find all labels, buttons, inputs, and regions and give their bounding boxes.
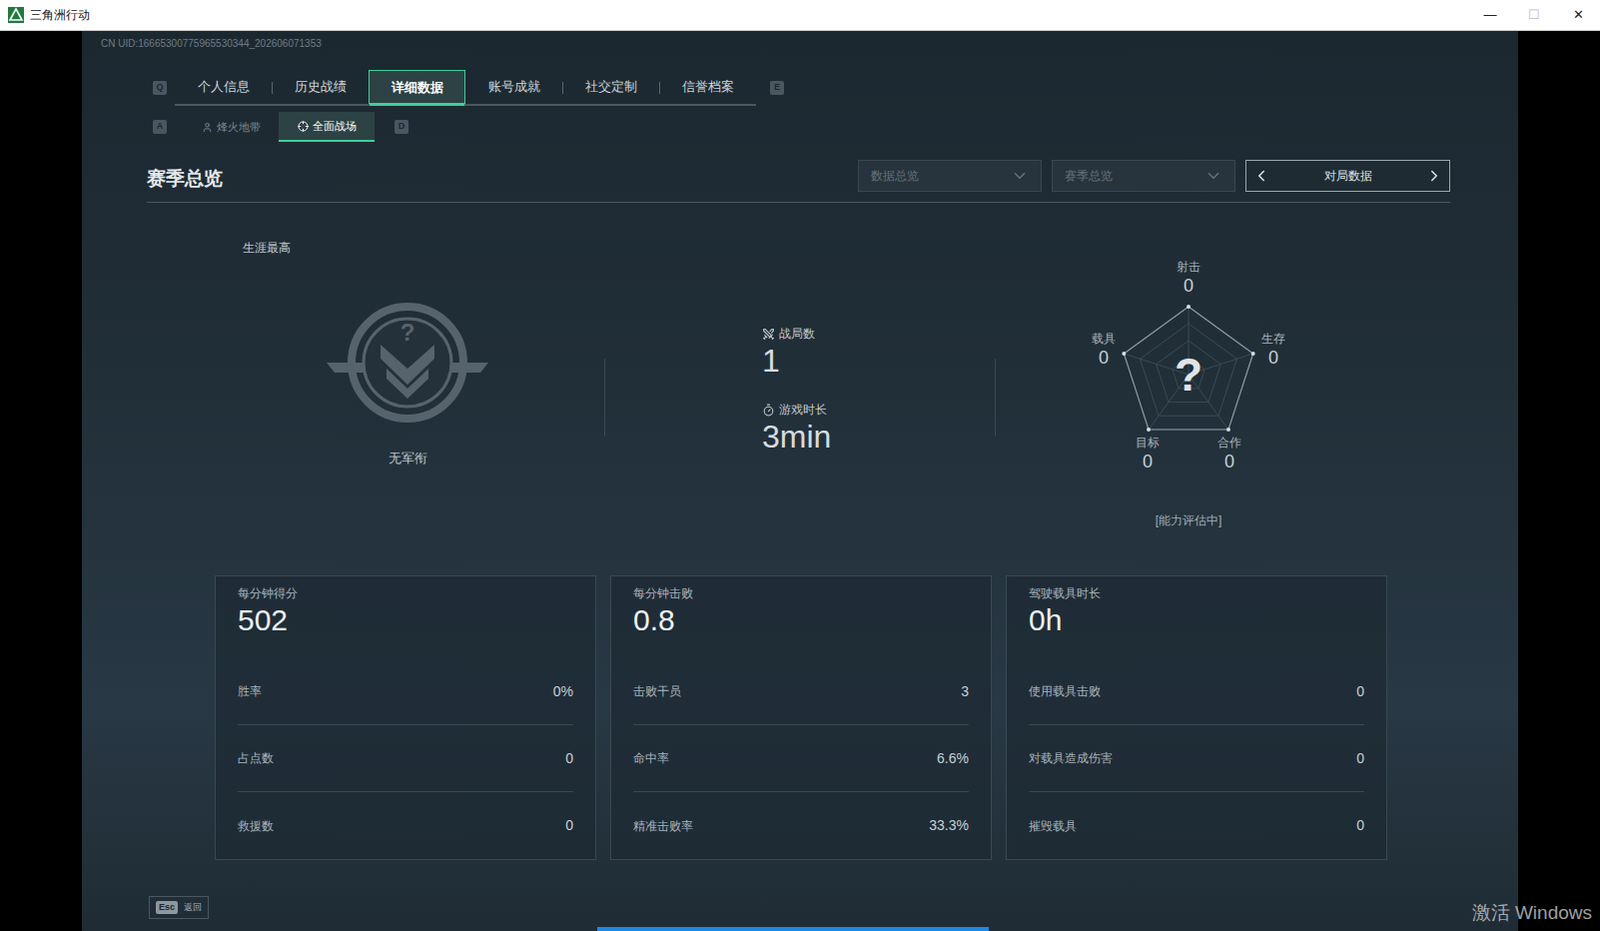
radar-column: ? 射击0 生存0 合作0 目标0 载具0 [能力评估中]	[995, 202, 1451, 576]
footer: Esc返回	[146, 895, 1451, 920]
main-tab[interactable]: 信誉档案	[659, 69, 757, 104]
back-button[interactable]: Esc返回	[148, 895, 209, 920]
main-tab[interactable]: 历史战绩	[271, 69, 369, 104]
radar-center-mark: ?	[1174, 351, 1203, 398]
stat-row: 对载具造成伤害0	[1028, 725, 1365, 793]
radar-axis: 载具0	[1091, 330, 1116, 369]
ability-radar: ? 射击0 生存0 合作0 目标0 载具0	[1058, 249, 1319, 500]
stat-row: 摧毁载具0	[1028, 792, 1365, 859]
radar-status: [能力评估中]	[1058, 511, 1319, 530]
radar-axis: 目标0	[1135, 434, 1160, 473]
rank-badge: ?	[322, 302, 493, 427]
dropdown-arrow-icon	[1010, 166, 1029, 185]
battles-icon	[762, 327, 776, 341]
main-tab[interactable]: 详细数据	[368, 69, 466, 104]
stat-card: 每分钟击败0.8击败干员3命中率6.6%精准击败率33.3%	[610, 575, 992, 860]
summary-stat: 游戏时长3min	[762, 400, 995, 455]
operator-icon	[201, 121, 213, 133]
sub-tab[interactable]: 全面战场	[278, 111, 375, 142]
summary-stat: 战局数1	[762, 324, 995, 379]
next-page-icon[interactable]	[1425, 166, 1444, 185]
filter-dropdown[interactable]: 数据总览	[857, 159, 1042, 192]
career-column: 生涯最高?无军衔	[146, 202, 605, 576]
prev-tab-key[interactable]: Q	[152, 80, 167, 95]
filter-dropdown[interactable]: 赛季总览	[1051, 159, 1236, 192]
main-tab[interactable]: 个人信息	[174, 69, 272, 104]
main-tabs: Q 个人信息历史战绩详细数据账号成就社交定制信誉档案 E	[146, 69, 1451, 106]
radar-axis: 射击0	[1176, 258, 1201, 297]
windows-watermark: 激活 Windows	[1472, 898, 1593, 928]
main-tab[interactable]: 社交定制	[562, 69, 660, 104]
main-tab[interactable]: 账号成就	[465, 69, 563, 104]
stat-cards: 每分钟得分502胜率0%占点数0救援数0每分钟击败0.8击败干员3命中率6.6%…	[214, 575, 1388, 860]
data-pager: 对局数据	[1245, 159, 1451, 192]
app-logo-icon	[7, 6, 24, 23]
bottom-progress-bar	[597, 926, 989, 931]
section-header: 赛季总览数据总览赛季总览对局数据	[146, 159, 1451, 203]
stat-card: 每分钟得分502胜率0%占点数0救援数0	[214, 575, 597, 860]
battlefield-icon	[297, 120, 309, 132]
section-title: 赛季总览	[146, 165, 858, 192]
prev-subtab-key[interactable]: A	[152, 119, 167, 134]
stat-row: 命中率6.6%	[633, 725, 969, 793]
sub-tabs: A 烽火地带全面战场 D	[146, 111, 1451, 142]
stat-row: 精准击败率33.3%	[633, 792, 969, 859]
window-control-button[interactable]: ✕	[1556, 0, 1600, 30]
title-bar: 三角洲行动 —☐✕	[0, 0, 1600, 31]
radar-axis: 合作0	[1217, 434, 1242, 473]
stat-row: 胜率0%	[237, 658, 574, 726]
playtime-icon	[762, 403, 776, 417]
next-tab-key[interactable]: E	[770, 80, 785, 95]
summary-column: 战局数1 游戏时长3min	[605, 202, 995, 576]
sub-tab[interactable]: 烽火地带	[182, 111, 279, 142]
app-window: 三角洲行动 —☐✕ CN UID:16665300775965530344_2026…	[0, 0, 1600, 931]
stat-row: 击败干员3	[633, 658, 969, 726]
stat-row: 占点数0	[237, 725, 574, 793]
window-control-button[interactable]: —	[1468, 0, 1513, 30]
dropdown-arrow-icon	[1204, 166, 1223, 185]
stat-row: 救援数0	[237, 792, 574, 859]
stat-row: 使用载具击败0	[1028, 658, 1365, 726]
prev-page-icon[interactable]	[1252, 166, 1271, 185]
window-control-button[interactable]: ☐	[1512, 0, 1557, 30]
player-uid: CN UID:16665300775965530344_202606071353	[100, 36, 1451, 51]
stat-card: 驾驶载具时长0h使用载具击败0对载具造成伤害0摧毁载具0	[1005, 575, 1388, 860]
next-subtab-key[interactable]: D	[394, 119, 409, 134]
game-screen: CN UID:16665300775965530344_202606071353…	[81, 30, 1519, 931]
rank-name: 无军衔	[322, 448, 493, 469]
radar-axis: 生存0	[1261, 330, 1286, 369]
window-title: 三角洲行动	[29, 5, 90, 24]
overview: 生涯最高?无军衔战局数1游戏时长3min?射击0生存0合作0目标0载具0[能力评…	[146, 202, 1451, 576]
